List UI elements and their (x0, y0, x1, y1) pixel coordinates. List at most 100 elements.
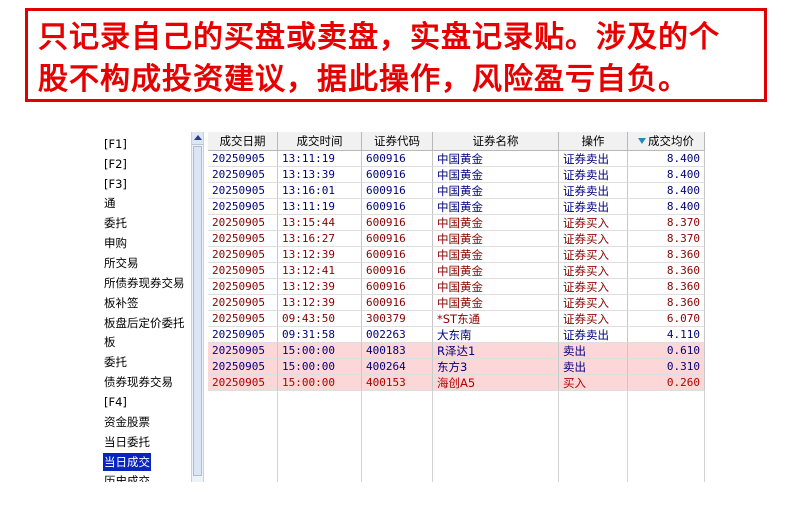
table-row[interactable]: 20250905 13:12:39 600916 中国黄金 证券买入 8.360 (208, 295, 705, 311)
cell-name: *ST东通 (433, 311, 559, 327)
cell-date: 20250905 (208, 375, 278, 391)
table-row[interactable]: 20250905 13:16:01 600916 中国黄金 证券卖出 8.400 (208, 183, 705, 199)
col-header-name[interactable]: 证券名称 (433, 132, 559, 151)
table-row[interactable]: 20250905 13:16:27 600916 中国黄金 证券买入 8.370 (208, 231, 705, 247)
sidebar-item[interactable]: [F1] (103, 135, 128, 153)
cell-code: 300379 (362, 311, 433, 327)
cell-price: 8.400 (628, 151, 705, 167)
sidebar-item[interactable]: 当日成交 (103, 453, 151, 471)
cell-op: 证券卖出 (559, 183, 628, 199)
table-row[interactable]: 20250905 13:12:39 600916 中国黄金 证券买入 8.360 (208, 279, 705, 295)
cell-date: 20250905 (208, 311, 278, 327)
cell-op: 证券卖出 (559, 151, 628, 167)
cell-name: 中国黄金 (433, 263, 559, 279)
trading-window: [F1] [F2] [F3] 通委托 申购 所交易 所债券现券交易 板补签 板盘后定价委托板委托… (100, 132, 705, 482)
table-row[interactable]: 20250905 13:11:19 600916 中国黄金 证券卖出 8.400 (208, 151, 705, 167)
sidebar-item[interactable]: 历史成交 (103, 472, 151, 482)
scrollbar-thumb[interactable] (193, 146, 202, 476)
table-row[interactable]: 20250905 13:11:19 600916 中国黄金 证券卖出 8.400 (208, 199, 705, 215)
cell-name: 中国黄金 (433, 151, 559, 167)
cell-date: 20250905 (208, 151, 278, 167)
col-header-date[interactable]: 成交日期 (208, 132, 278, 151)
cell-price: 4.110 (628, 327, 705, 343)
cell-price: 8.360 (628, 247, 705, 263)
sidebar-item[interactable]: [F2] (103, 155, 128, 173)
table-row[interactable]: 20250905 15:00:00 400153 海创A5 买入 0.260 (208, 375, 705, 391)
col-header-label: 成交均价 (648, 134, 694, 148)
cell-time: 13:13:39 (278, 167, 362, 183)
sort-desc-icon[interactable] (638, 138, 646, 144)
cell-price: 8.400 (628, 183, 705, 199)
cell-code: 600916 (362, 247, 433, 263)
disclaimer-banner: 只记录自己的买盘或卖盘，实盘记录贴。涉及的个 股不构成投资建议，据此操作，风险盈… (25, 8, 767, 102)
cell-price: 6.070 (628, 311, 705, 327)
cell-date: 20250905 (208, 231, 278, 247)
cell-op: 证券卖出 (559, 327, 628, 343)
cell-op: 证券卖出 (559, 199, 628, 215)
cell-name: 海创A5 (433, 375, 559, 391)
cell-name: 中国黄金 (433, 183, 559, 199)
sidebar-item[interactable]: 资金股票 (103, 413, 151, 431)
cell-code: 600916 (362, 167, 433, 183)
sidebar-item[interactable]: 所债券现券交易 (103, 274, 186, 292)
cell-time: 13:12:39 (278, 247, 362, 263)
cell-name: 东方3 (433, 359, 559, 375)
cell-price: 0.260 (628, 375, 705, 391)
table-row[interactable]: 20250905 09:31:58 002263 大东南 证券卖出 4.110 (208, 327, 705, 343)
cell-op: 证券买入 (559, 247, 628, 263)
cell-op: 证券买入 (559, 311, 628, 327)
cell-time: 09:43:50 (278, 311, 362, 327)
table-row[interactable]: 20250905 13:12:41 600916 中国黄金 证券买入 8.360 (208, 263, 705, 279)
col-header-code[interactable]: 证券代码 (362, 132, 433, 151)
col-header-avg-price[interactable]: 成交均价 (628, 132, 705, 151)
sidebar-item[interactable]: 所交易 (103, 254, 140, 272)
table-row[interactable]: 20250905 13:12:39 600916 中国黄金 证券买入 8.360 (208, 247, 705, 263)
sidebar-item[interactable]: [F3] (103, 175, 128, 193)
cell-name: 中国黄金 (433, 247, 559, 263)
sidebar-item[interactable]: 通 (103, 194, 117, 212)
trade-table: 成交日期 成交时间 证券代码 证券名称 操作 成交均价 20250905 13:11:19 60… (208, 132, 705, 482)
cell-date: 20250905 (208, 215, 278, 231)
cell-code: 600916 (362, 231, 433, 247)
sidebar-item[interactable]: 板 (103, 333, 117, 351)
table-row[interactable]: 20250905 15:00:00 400183 R泽达1 卖出 0.610 (208, 343, 705, 359)
table-row[interactable]: 20250905 15:00:00 400264 东方3 卖出 0.310 (208, 359, 705, 375)
sidebar-item[interactable]: 申购 (103, 234, 128, 252)
table-row[interactable]: 20250905 13:13:39 600916 中国黄金 证券卖出 8.400 (208, 167, 705, 183)
cell-date: 20250905 (208, 327, 278, 343)
cell-date: 20250905 (208, 199, 278, 215)
scroll-up-icon[interactable] (192, 132, 203, 145)
cell-date: 20250905 (208, 247, 278, 263)
cell-code: 600916 (362, 183, 433, 199)
cell-price: 8.360 (628, 263, 705, 279)
sidebar-item[interactable]: 委托 (103, 214, 128, 232)
sidebar-item[interactable]: 委托 (103, 353, 128, 371)
cell-code: 400153 (362, 375, 433, 391)
cell-time: 13:16:27 (278, 231, 362, 247)
sidebar-item[interactable]: 当日委托 (103, 433, 151, 451)
sidebar-item[interactable]: 板盘后定价委托 (103, 314, 186, 332)
cell-code: 002263 (362, 327, 433, 343)
cell-name: 中国黄金 (433, 215, 559, 231)
cell-date: 20250905 (208, 263, 278, 279)
cell-op: 卖出 (559, 359, 628, 375)
cell-time: 13:12:39 (278, 295, 362, 311)
cell-name: 中国黄金 (433, 231, 559, 247)
cell-time: 13:11:19 (278, 151, 362, 167)
cell-price: 8.400 (628, 167, 705, 183)
cell-op: 证券买入 (559, 295, 628, 311)
sidebar-item[interactable]: 板补签 (103, 294, 140, 312)
cell-op: 证券买入 (559, 215, 628, 231)
cell-time: 13:12:41 (278, 263, 362, 279)
cell-time: 13:15:44 (278, 215, 362, 231)
col-header-time[interactable]: 成交时间 (278, 132, 362, 151)
table-row[interactable]: 20250905 09:43:50 300379 *ST东通 证券买入 6.070 (208, 311, 705, 327)
sidebar-item[interactable]: 债券现券交易 (103, 373, 174, 391)
sidebar-item[interactable]: [F4] (103, 393, 128, 411)
disclaimer-line-2: 股不构成投资建议，据此操作，风险盈亏自负。 (38, 63, 689, 97)
table-row[interactable]: 20250905 13:15:44 600916 中国黄金 证券买入 8.370 (208, 215, 705, 231)
cell-op: 买入 (559, 375, 628, 391)
col-header-action[interactable]: 操作 (559, 132, 628, 151)
sidebar-scrollbar[interactable] (191, 132, 204, 482)
cell-name: R泽达1 (433, 343, 559, 359)
